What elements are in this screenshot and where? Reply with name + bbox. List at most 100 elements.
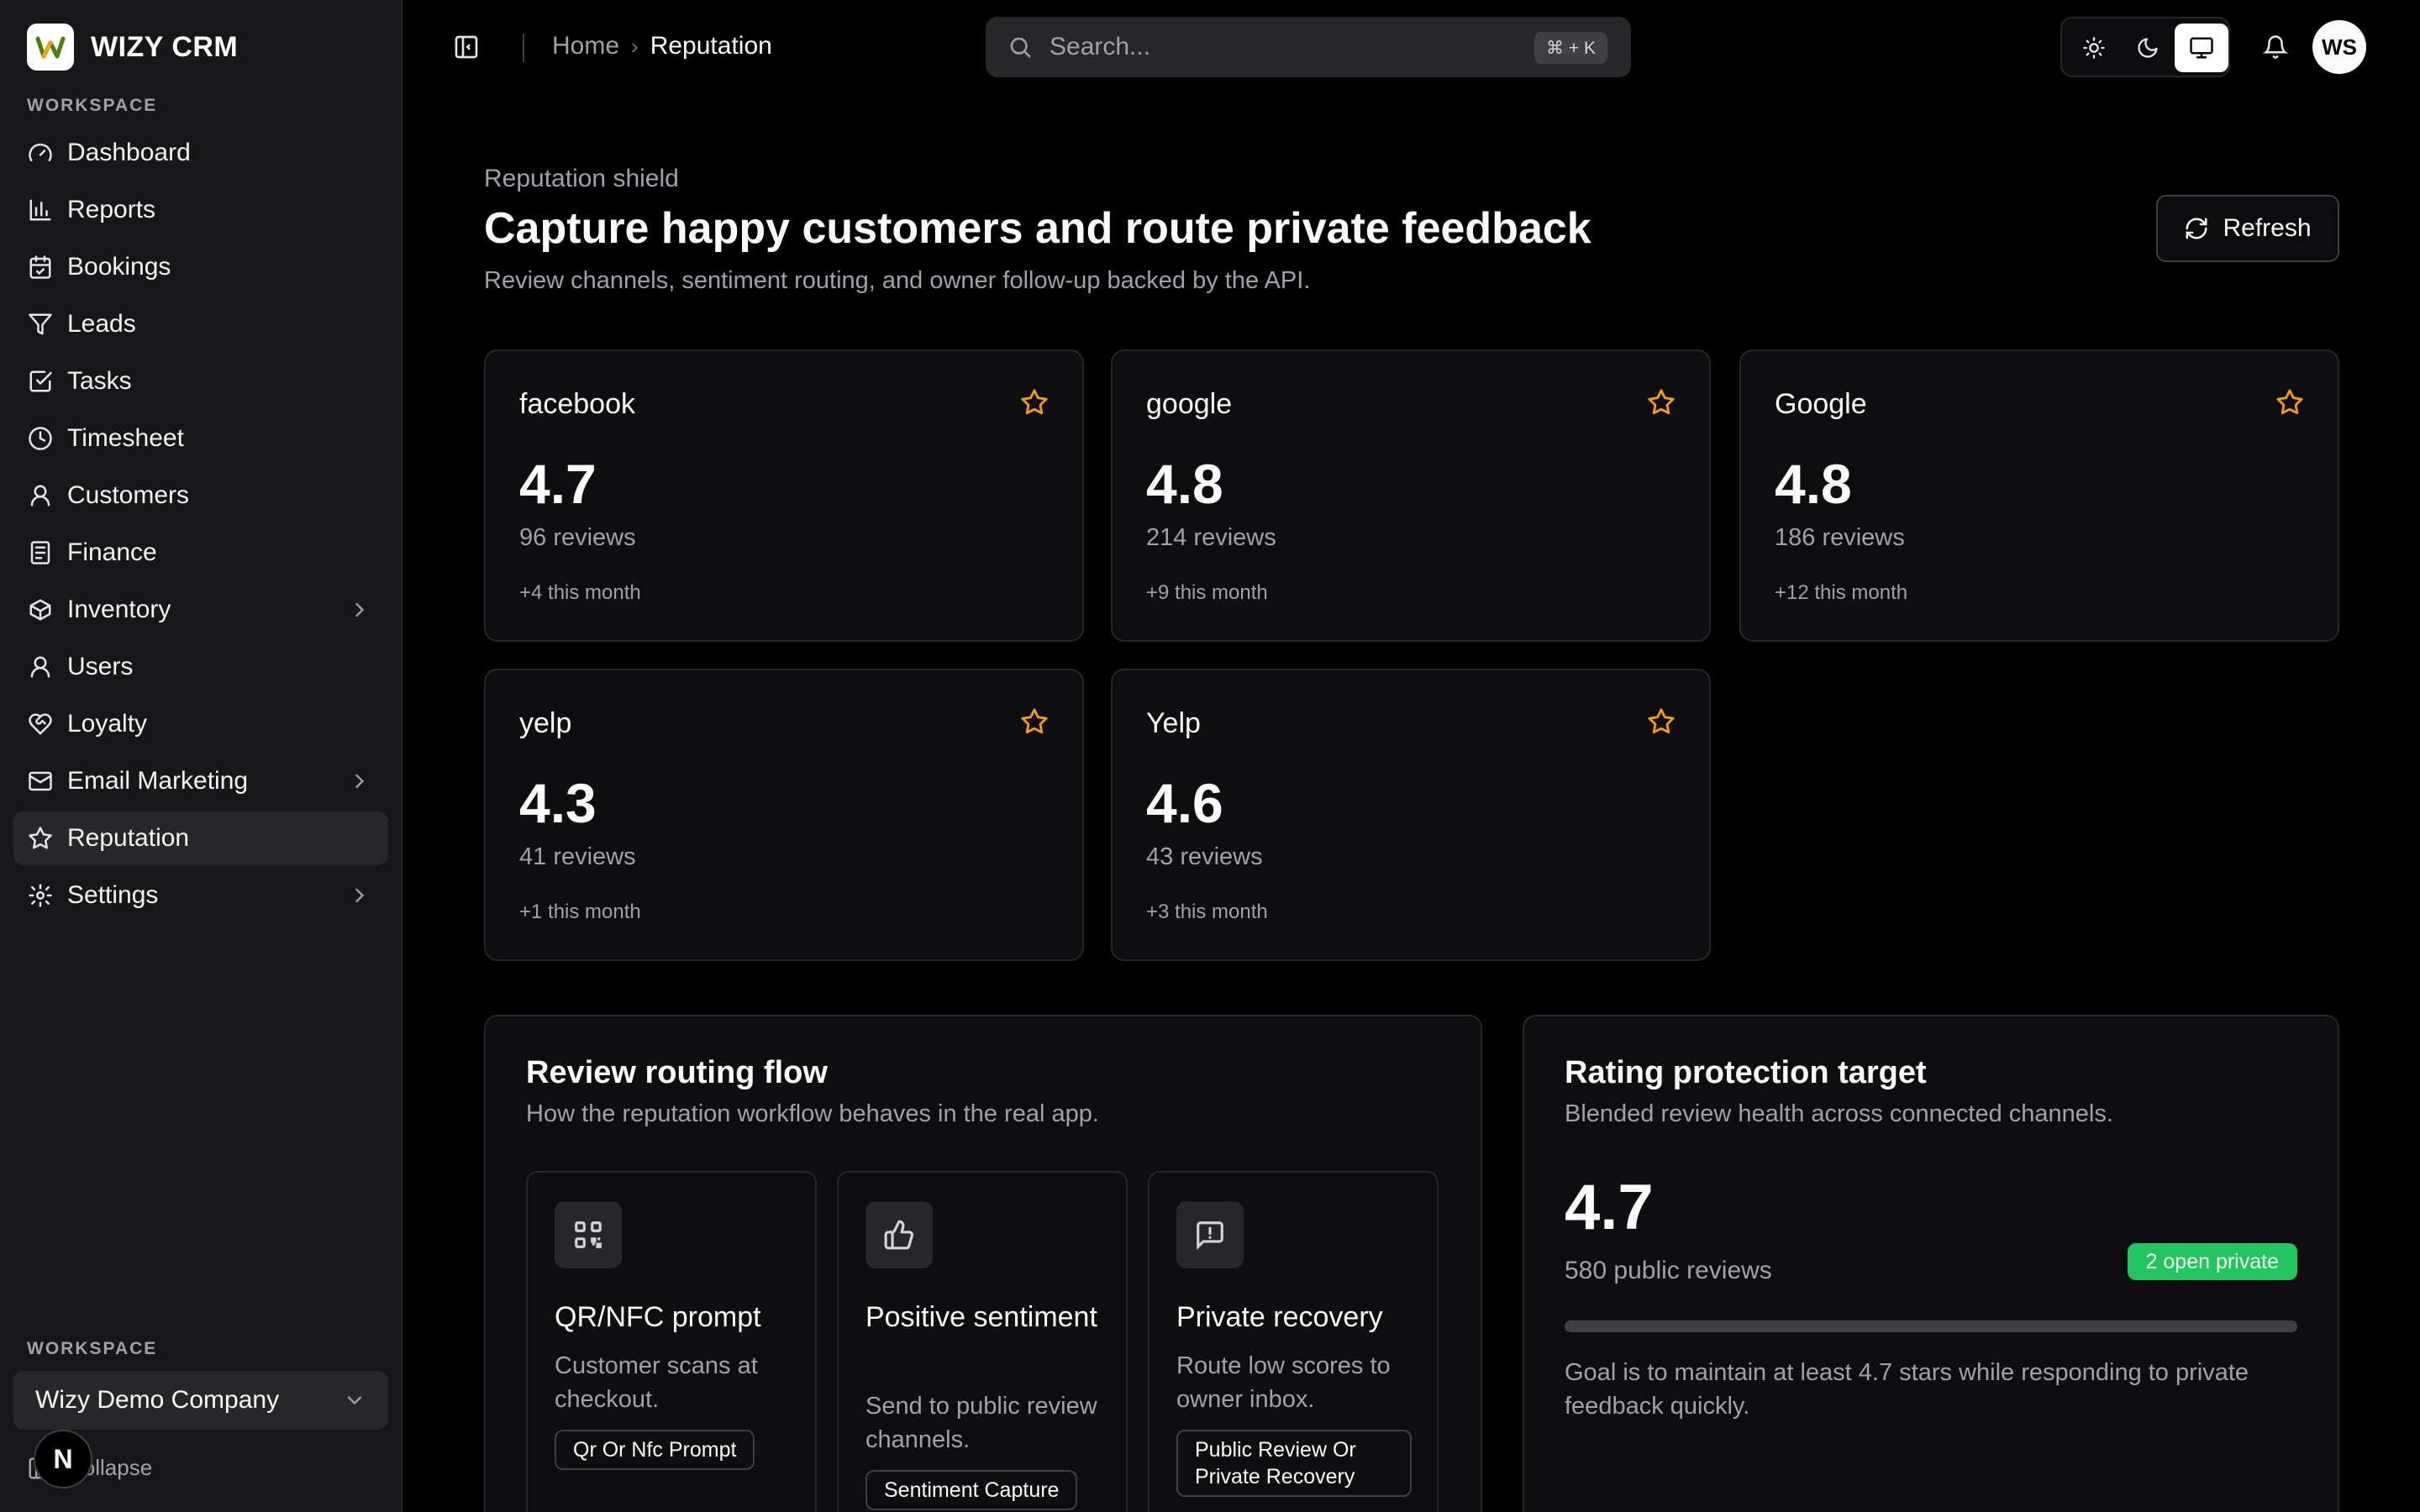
channel-delta: +4 this month [519,581,641,604]
refresh-button[interactable]: Refresh [2156,195,2339,262]
star-icon [1021,708,1048,734]
mail-icon [27,768,54,795]
top-header: Home › Reputation Search... ⌘ + K WS [404,0,2420,96]
bell-icon [2263,35,2288,59]
receipt-icon [27,539,54,566]
sidebar-item-reputation[interactable]: Reputation [13,811,388,865]
sidebar-item-label: Email Marketing [67,767,249,795]
search-placeholder: Search... [1050,33,1151,60]
box-icon [27,596,54,623]
notifications-button[interactable] [2260,32,2291,62]
flow-step-desc: Route low scores to owner inbox. [1176,1352,1391,1413]
refresh-icon [2186,218,2207,239]
sidebar-toggle-button[interactable] [450,30,483,64]
refresh-label: Refresh [2223,214,2312,242]
protection-panel: Rating protection target Blended review … [1523,1015,2339,1512]
channel-card-google-2[interactable]: Google 4.8 186 reviews +12 this month [1739,349,2339,642]
protection-subtitle: Blended review health across connected c… [1565,1100,2113,1127]
flow-step-title: QR/NFC prompt [555,1301,761,1333]
channel-reviews: 43 reviews [1146,843,1263,870]
flow-step-desc: Customer scans at checkout. [555,1352,758,1413]
funnel-icon [27,311,54,338]
channel-name: facebook [519,388,635,420]
channel-name: Google [1775,388,1867,420]
sidebar-item-reports[interactable]: Reports [13,183,388,237]
theme-system-button[interactable] [2175,24,2228,72]
search-input[interactable]: Search... ⌘ + K [986,17,1631,77]
flow-step-qr-nfc: QR/NFC prompt Customer scans at checkout… [526,1171,817,1512]
clock-icon [27,425,54,452]
n-badge[interactable]: N [34,1430,92,1488]
sidebar-nav: Dashboard Reports Bookings Leads Tasks T… [13,126,388,926]
page-eyebrow: Reputation shield [484,165,679,192]
gear-icon [27,882,54,909]
user-icon [27,654,54,680]
header-divider [523,34,524,62]
user-icon [27,482,54,509]
sidebar-item-dashboard[interactable]: Dashboard [13,126,388,180]
channel-reviews: 96 reviews [519,524,636,551]
blended-score: 4.7 [1565,1172,1654,1243]
sidebar-item-label: Customers [67,481,190,509]
channel-score: 4.3 [519,772,597,834]
sidebar-item-label: Finance [67,538,157,566]
sidebar-item-inventory[interactable]: Inventory [13,583,388,637]
theme-light-button[interactable] [2067,24,2121,72]
sidebar-item-label: Loyalty [67,710,148,738]
sidebar-item-settings[interactable]: Settings [13,869,388,922]
sidebar-item-label: Bookings [67,253,171,281]
page-subtitle: Review channels, sentiment routing, and … [484,267,1311,294]
flow-step-tag: Public Review Or Private Recovery [1176,1430,1412,1497]
moon-icon [2138,38,2158,58]
sidebar-item-label: Dashboard [67,139,191,166]
sidebar-item-email-marketing[interactable]: Email Marketing [13,754,388,808]
channel-card-yelp[interactable]: yelp 4.3 41 reviews +1 this month [484,669,1084,961]
channel-score: 4.8 [1146,453,1223,515]
star-icon [1021,389,1048,415]
channel-card-yelp-2[interactable]: Yelp 4.6 43 reviews +3 this month [1111,669,1711,961]
sun-icon [2083,37,2105,59]
sidebar-item-label: Users [67,653,134,680]
workspace-name: Wizy Demo Company [35,1386,280,1414]
chevron-down-icon [347,1396,362,1405]
breadcrumb-home[interactable]: Home [552,32,619,60]
workspace-select[interactable]: Wizy Demo Company [13,1371,388,1430]
flow-step-title: Positive sentiment [865,1301,1097,1333]
sidebar-item-label: Tasks [67,367,132,395]
star-icon [1648,708,1675,734]
sidebar-item-tasks[interactable]: Tasks [13,354,388,408]
sidebar-item-label: Settings [67,881,159,909]
flow-step-private: Private recovery Route low scores to own… [1148,1171,1439,1512]
theme-dark-button[interactable] [2121,24,2175,72]
breadcrumb: Home › Reputation [552,32,772,60]
sidebar-item-label: Reports [67,196,156,223]
channel-card-facebook[interactable]: facebook 4.7 96 reviews +4 this month [484,349,1084,642]
avatar[interactable]: WS [2312,20,2366,74]
brand-logo-icon [27,24,74,71]
channel-delta: +1 this month [519,900,641,923]
status-badge: 2 open private [2127,1243,2297,1280]
protection-note: Goal is to maintain at least 4.7 stars w… [1565,1359,2249,1420]
sidebar-item-label: Timesheet [67,424,184,452]
brand-name: WIZY CRM [91,30,239,63]
channel-score: 4.7 [519,453,597,515]
brand[interactable]: WIZY CRM [27,24,238,71]
sidebar-item-loyalty[interactable]: Loyalty [13,697,388,751]
sidebar-item-timesheet[interactable]: Timesheet [13,412,388,465]
panel-left-icon [455,35,478,59]
sidebar-item-finance[interactable]: Finance [13,526,388,580]
channel-name: yelp [519,707,572,739]
sidebar-item-bookings[interactable]: Bookings [13,240,388,294]
star-icon [1648,389,1675,415]
flow-step-tag: Sentiment Capture [865,1470,1078,1510]
workspace-footer-label: WORKSPACE [27,1339,158,1358]
bar-chart-icon [27,197,54,223]
channel-reviews: 214 reviews [1146,524,1276,551]
sidebar-item-label: Inventory [67,596,171,623]
sidebar-item-customers[interactable]: Customers [13,469,388,522]
sidebar-item-users[interactable]: Users [13,640,388,694]
sidebar-item-leads[interactable]: Leads [13,297,388,351]
channel-card-google[interactable]: google 4.8 214 reviews +9 this month [1111,349,1711,642]
channel-name: Yelp [1146,707,1201,739]
heart-handshake-icon [27,711,54,738]
